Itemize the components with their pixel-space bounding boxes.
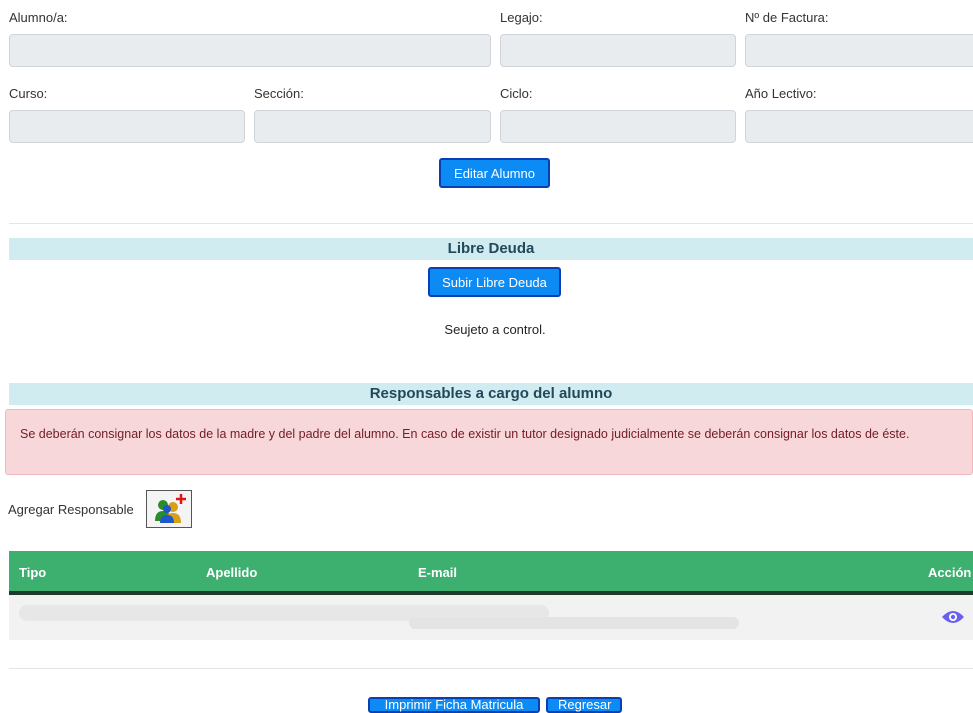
seccion-field[interactable] [254, 110, 491, 143]
edit-student-button[interactable]: Editar Alumno [439, 158, 550, 188]
add-responsable-label: Agregar Responsable [8, 502, 134, 517]
col-tipo: Tipo [19, 565, 47, 580]
legajo-label: Legajo: [500, 10, 543, 25]
factura-field[interactable] [745, 34, 973, 67]
libre-deuda-header: Libre Deuda [9, 238, 973, 260]
print-ficha-button[interactable]: Imprimir Ficha Matricula [368, 697, 540, 713]
divider [9, 223, 973, 224]
alumno-field[interactable] [9, 34, 491, 67]
col-accion: Acción [928, 565, 972, 580]
anio-lectivo-field[interactable] [745, 110, 973, 143]
ciclo-label: Ciclo: [500, 86, 533, 101]
curso-field[interactable] [9, 110, 245, 143]
responsables-table-header: Tipo Apellido E-mail Acción [9, 551, 973, 591]
back-button[interactable]: Regresar [546, 697, 622, 713]
add-user-icon[interactable] [146, 490, 192, 528]
libre-deuda-status: Seujeto a control. [444, 322, 546, 337]
blurred-cell [409, 617, 739, 629]
divider [9, 668, 973, 669]
seccion-label: Sección: [254, 86, 304, 101]
col-email: E-mail [418, 565, 458, 580]
eye-icon[interactable] [941, 609, 965, 628]
factura-label: Nº de Factura: [745, 10, 829, 25]
anio-lectivo-label: Año Lectivo: [745, 86, 817, 101]
table-row [9, 595, 973, 640]
col-apellido: Apellido [206, 565, 258, 580]
ciclo-field[interactable] [500, 110, 736, 143]
alumno-label: Alumno/a: [9, 10, 68, 25]
upload-libre-deuda-button[interactable]: Subir Libre Deuda [428, 267, 561, 297]
legajo-field[interactable] [500, 34, 736, 67]
responsables-header: Responsables a cargo del alumno [9, 383, 973, 405]
curso-label: Curso: [9, 86, 48, 101]
responsables-alert: Se deberán consignar los datos de la mad… [5, 409, 973, 475]
